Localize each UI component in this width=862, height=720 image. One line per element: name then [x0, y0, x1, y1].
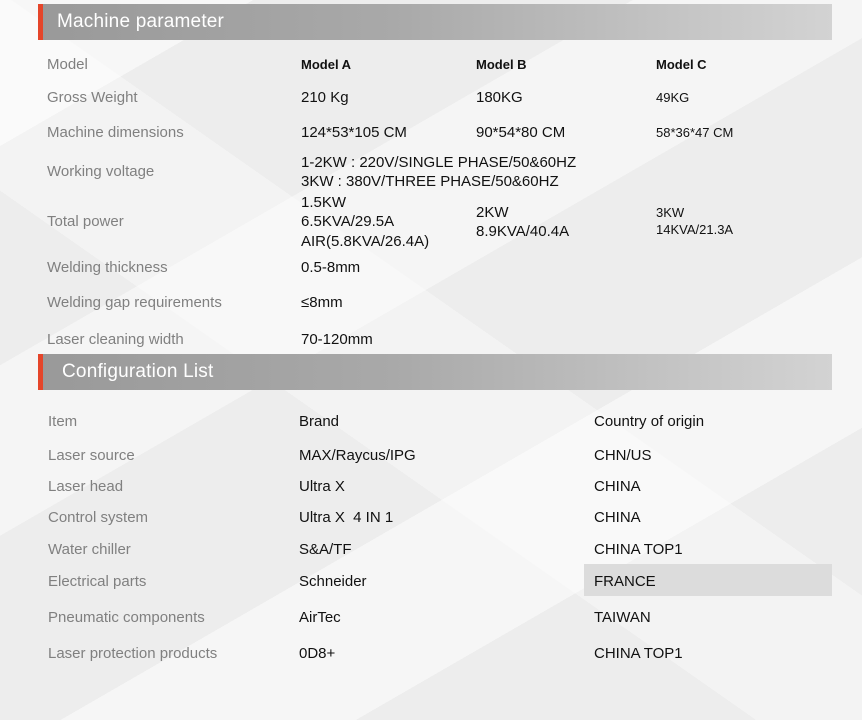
voltage-line-1: 1-2KW : 220V/SINGLE PHASE/50&60HZ: [301, 154, 577, 171]
machine-parameter-title: Machine parameter: [57, 11, 225, 32]
config-brand: MAX/Raycus/IPG: [299, 447, 416, 464]
total-power-a-3: AIR(5.8KVA/26.4A): [301, 233, 430, 250]
config-country: CHINA: [594, 478, 641, 495]
config-country: CHINA: [594, 509, 641, 526]
total-power-b-2: 8.9KVA/40.4A: [476, 223, 570, 240]
config-brand: AirTec: [299, 609, 341, 626]
welding-thickness-label: Welding thickness: [47, 259, 168, 276]
welding-gap-label: Welding gap requirements: [47, 294, 222, 311]
header-accent-bar: [38, 354, 43, 390]
model-b: Model B: [476, 57, 527, 72]
configuration-list-title: Configuration List: [62, 361, 214, 382]
config-item: Laser protection products: [48, 645, 218, 662]
config-header-item: Item: [48, 413, 78, 430]
config-brand: Ultra X: [299, 478, 345, 495]
model-c: Model C: [656, 57, 707, 72]
model-a: Model A: [301, 57, 352, 72]
config-item: Laser source: [48, 447, 135, 464]
total-power-c-1: 3KW: [656, 205, 685, 220]
config-item: Laser head: [48, 478, 124, 495]
config-item: Control system: [48, 509, 149, 526]
total-power-a-1: 1.5KW: [301, 194, 347, 211]
gross-weight-label: Gross Weight: [47, 89, 138, 106]
voltage-line-2: 3KW : 380V/THREE PHASE/50&60HZ: [301, 173, 559, 190]
config-brand: 0D8+: [299, 645, 336, 662]
model-label: Model: [47, 56, 88, 73]
configuration-list-header: Configuration List: [38, 354, 832, 390]
config-header-country: Country of origin: [594, 413, 705, 430]
config-item: Electrical parts: [48, 573, 147, 590]
config-country: TAIWAN: [594, 609, 651, 626]
welding-gap-value: ≤8mm: [301, 294, 343, 311]
config-header-brand: Brand: [299, 413, 340, 430]
config-brand: S&A/TF: [299, 541, 352, 558]
config-country: CHINA TOP1: [594, 541, 683, 558]
header-accent-bar: [38, 4, 43, 40]
dimensions-c: 58*36*47 CM: [656, 125, 734, 140]
config-item: Water chiller: [48, 541, 131, 558]
dimensions-label: Machine dimensions: [47, 124, 184, 141]
gross-weight-c: 49KG: [656, 90, 690, 105]
machine-parameter-header: Machine parameter: [38, 4, 832, 40]
total-power-a-2: 6.5KVA/29.5A: [301, 213, 395, 230]
dimensions-a: 124*53*105 CM: [301, 124, 407, 141]
voltage-label: Working voltage: [47, 163, 155, 180]
config-country: FRANCE: [594, 573, 656, 590]
dimensions-b: 90*54*80 CM: [476, 124, 566, 141]
welding-thickness-value: 0.5-8mm: [301, 259, 361, 276]
cleaning-width-label: Laser cleaning width: [47, 331, 184, 348]
total-power-b-1: 2KW: [476, 204, 509, 221]
config-item: Pneumatic components: [48, 609, 205, 626]
config-country: CHINA TOP1: [594, 645, 683, 662]
total-power-label: Total power: [47, 213, 124, 230]
config-country: CHN/US: [594, 447, 652, 464]
cleaning-width-value: 70-120mm: [301, 331, 373, 348]
gross-weight-b: 180KG: [476, 89, 523, 106]
gross-weight-a: 210 Kg: [301, 89, 349, 106]
config-brand: Ultra X 4 IN 1: [299, 509, 394, 526]
total-power-c-2: 14KVA/21.3A: [656, 222, 734, 237]
config-brand: Schneider: [299, 573, 367, 590]
